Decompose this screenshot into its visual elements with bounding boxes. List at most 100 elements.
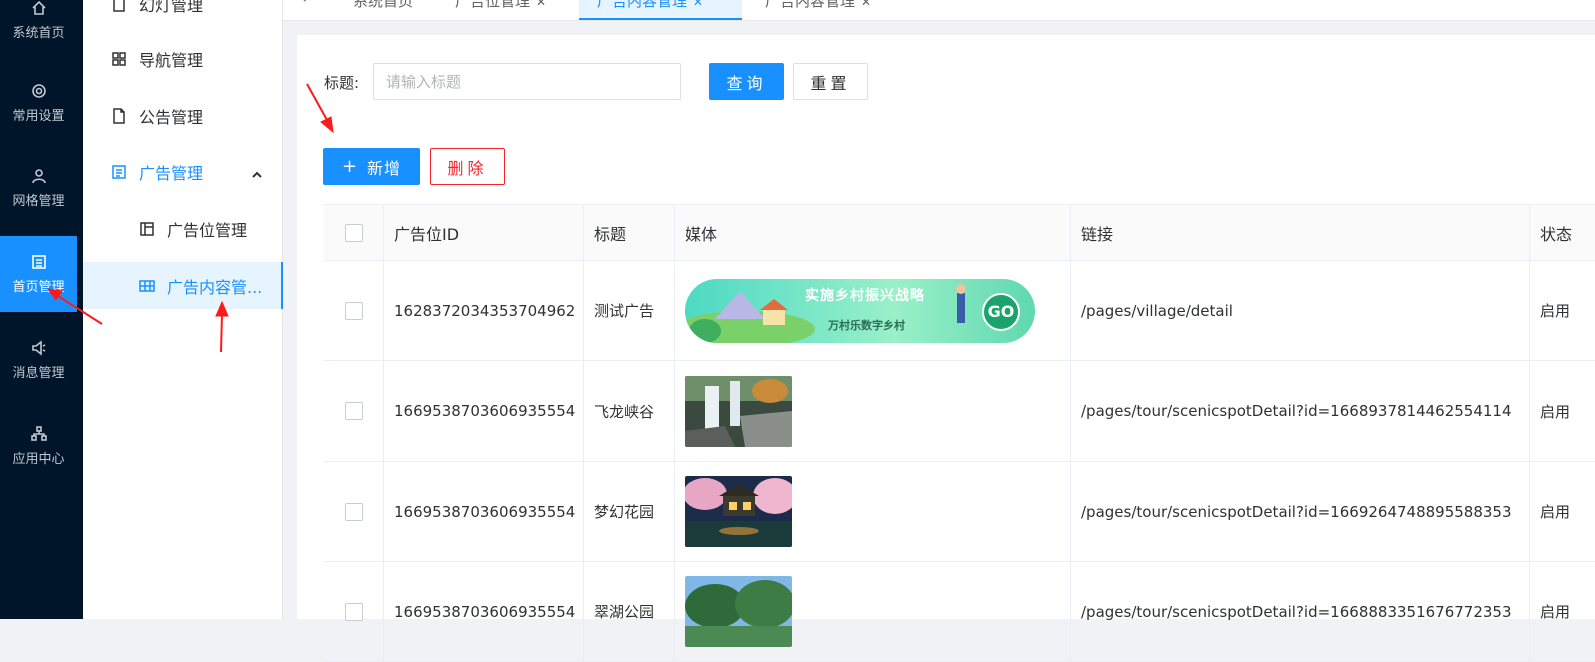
cell-title: 测试广告 — [584, 261, 675, 360]
nav-item-label: 首页管理 — [12, 279, 65, 295]
nav-item-label: 网格管理 — [12, 193, 65, 209]
submenu-item-slides[interactable]: 幻灯管理 — [83, 0, 283, 32]
cell-status: 启用 — [1540, 603, 1571, 621]
submenu-item-navigation[interactable]: 导航管理 — [83, 31, 283, 87]
column-header-media: 媒体 — [675, 205, 1071, 260]
garden-thumbnail[interactable] — [685, 476, 792, 547]
list-icon — [111, 164, 127, 180]
tab-ad-content-2[interactable]: 广告内容管理 ✕ — [759, 0, 877, 20]
submenu-item-ad-slots[interactable]: 广告位管理 — [83, 201, 283, 257]
close-icon[interactable]: ✕ — [861, 0, 871, 9]
cell-id: 1669538703606935554 — [384, 462, 584, 561]
tab-label: 广告内容管理 — [597, 0, 688, 10]
table-row[interactable]: 1628372034353704962 测试广告 实施乡村振兴战略 万村乐数字乡… — [324, 261, 1595, 361]
cell-status: 启用 — [1540, 503, 1571, 521]
waterfall-thumbnail[interactable] — [685, 375, 792, 447]
query-button[interactable]: 查询 — [709, 63, 784, 100]
tabs-bar: ‹ 系统首页 广告位管理 ✕ 广告内容管理 ✕ 广告内容管理 ✕ — [283, 0, 1595, 21]
row-checkbox[interactable] — [344, 602, 363, 621]
document-icon — [111, 108, 127, 124]
cell-title: 梦幻花园 — [584, 462, 675, 561]
cell-media — [675, 361, 1071, 461]
table-row[interactable]: 1669538703606935554 飞龙峡谷 /pages/tour/sce… — [324, 361, 1595, 462]
delete-button[interactable]: 删除 — [430, 148, 505, 185]
title-filter-label: 标题: — [324, 74, 360, 92]
nav-item-messages[interactable]: 消息管理 — [0, 322, 77, 398]
close-icon[interactable]: ✕ — [536, 0, 546, 9]
main-nav-rail: 系统首页 常用设置 网格管理 首页管理 消息管理 应用中心 — [0, 0, 83, 619]
chevron-up-icon[interactable] — [251, 166, 263, 178]
cell-link: /pages/tour/scenicspotDetail?id=16688833… — [1071, 562, 1530, 661]
park-thumbnail[interactable] — [685, 576, 792, 647]
home-icon — [31, 0, 46, 15]
nav-item-settings[interactable]: 常用设置 — [0, 65, 77, 141]
submenu-item-label: 幻灯管理 — [139, 0, 204, 15]
ad-banner-image[interactable]: 实施乡村振兴战略 万村乐数字乡村 GO — [685, 278, 1035, 343]
tab-label: 系统首页 — [353, 0, 414, 10]
ads-table: 广告位ID 标题 媒体 链接 状态 1628372034353704962 测试… — [323, 204, 1595, 662]
title-search-input[interactable] — [373, 63, 681, 100]
table-icon — [139, 278, 155, 294]
reset-button[interactable]: 重置 — [793, 63, 868, 100]
column-header-id: 广告位ID — [384, 205, 584, 260]
sub-menu: 幻灯管理 导航管理 公告管理 广告管理 广告位管理 广告内容管... — [83, 0, 283, 619]
cell-id: 1669538703606935554 — [384, 562, 584, 661]
nav-item-app-center[interactable]: 应用中心 — [0, 408, 77, 484]
file-icon — [111, 0, 127, 12]
nav-item-label: 消息管理 — [12, 365, 65, 381]
submenu-item-label: 导航管理 — [139, 51, 204, 70]
tab-system-home[interactable]: 系统首页 — [347, 0, 419, 20]
submenu-item-notices[interactable]: 公告管理 — [83, 88, 283, 144]
nav-item-home[interactable]: 系统首页 — [0, 0, 77, 58]
nav-item-label: 应用中心 — [12, 451, 65, 467]
cell-media — [675, 462, 1071, 561]
user-icon — [31, 168, 46, 183]
cell-link: /pages/tour/scenicspotDetail?id=16689378… — [1071, 361, 1530, 461]
plus-icon: + — [341, 156, 358, 177]
submenu-item-label: 公告管理 — [139, 108, 204, 127]
speaker-icon — [31, 339, 45, 356]
nav-item-homepage-management[interactable]: 首页管理 — [0, 236, 77, 312]
row-checkbox[interactable] — [344, 502, 363, 521]
add-button[interactable]: + 新增 — [323, 148, 420, 185]
tab-ad-content[interactable]: 广告内容管理 ✕ — [579, 0, 742, 20]
banner-go-badge: GO — [982, 292, 1020, 331]
row-checkbox[interactable] — [344, 301, 363, 320]
tab-label: 广告内容管理 — [765, 0, 856, 10]
header-checkbox-cell — [324, 205, 384, 260]
select-all-checkbox[interactable] — [344, 223, 363, 242]
cell-media: 实施乡村振兴战略 万村乐数字乡村 GO — [675, 261, 1071, 360]
tabs-prev-arrow-icon[interactable]: ‹ — [301, 0, 307, 19]
table-row[interactable]: 1669538703606935554 翠湖公园 /pages/tour/sce… — [324, 562, 1595, 662]
submenu-item-label: 广告内容管... — [167, 277, 263, 297]
column-header-title: 标题 — [584, 205, 675, 260]
cell-title: 翠湖公园 — [584, 562, 675, 661]
cell-status: 启用 — [1540, 402, 1571, 421]
row-checkbox[interactable] — [344, 402, 363, 420]
submenu-item-label: 广告位管理 — [167, 221, 248, 240]
apps-icon — [30, 425, 47, 441]
submenu-item-ads[interactable]: 广告管理 — [83, 144, 283, 200]
close-icon[interactable]: ✕ — [693, 0, 703, 9]
cell-id: 1669538703606935554 — [384, 361, 584, 461]
gear-icon — [31, 83, 46, 98]
cell-id: 1628372034353704962 — [384, 261, 584, 360]
tab-label: 广告位管理 — [455, 0, 531, 10]
grid-icon — [111, 51, 127, 67]
tab-ad-slots[interactable]: 广告位管理 ✕ — [449, 0, 552, 20]
table-header: 广告位ID 标题 媒体 链接 状态 — [324, 205, 1595, 261]
row-checkbox-cell — [324, 562, 384, 661]
banner-title: 实施乡村振兴战略 — [805, 287, 925, 304]
nav-item-label: 常用设置 — [12, 108, 65, 124]
submenu-item-ad-content[interactable]: 广告内容管... — [83, 262, 283, 309]
table-row[interactable]: 1669538703606935554 梦幻花园 /pages/tour/sce… — [324, 462, 1595, 562]
column-header-link: 链接 — [1071, 205, 1530, 260]
cell-link: /pages/tour/scenicspotDetail?id=16692647… — [1071, 462, 1530, 561]
nav-item-label: 系统首页 — [12, 25, 65, 41]
cell-status: 启用 — [1540, 302, 1571, 320]
row-checkbox-cell — [324, 261, 384, 360]
banner-subtitle: 万村乐数字乡村 — [828, 318, 905, 332]
submenu-item-label: 广告管理 — [139, 164, 204, 183]
nav-item-grid-management[interactable]: 网格管理 — [0, 150, 77, 226]
add-button-label: 新增 — [367, 158, 402, 178]
